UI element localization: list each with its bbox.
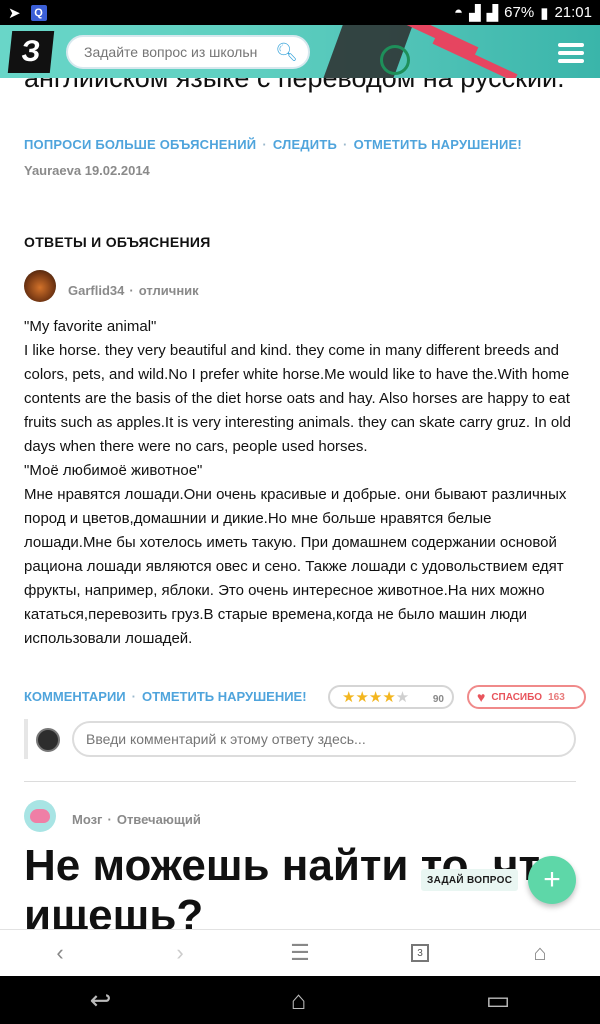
rating-stars[interactable]: ★★★★★ xyxy=(342,688,409,706)
tabs-count: 3 xyxy=(411,944,429,962)
thanks-count: 163 xyxy=(548,691,565,703)
question-actions: ПОПРОСИ БОЛЬШЕ ОБЪЯСНЕНИЙ · СЛЕДИТЬ · ОТМЕТИ… xyxy=(24,137,522,152)
nav-back-icon[interactable]: ↩ xyxy=(90,985,112,1016)
battery-percent: 67% xyxy=(504,4,535,21)
thanks-label: СПАСИБО xyxy=(491,691,543,703)
menu-list-icon[interactable]: ☰ xyxy=(240,940,360,966)
author-name[interactable]: Мозг xyxy=(72,812,102,827)
rating-count: 90 xyxy=(432,693,444,705)
ask-question-label[interactable]: ЗАДАЙ ВОПРОС xyxy=(421,869,519,891)
nav-home-icon[interactable]: ⌂ xyxy=(291,985,307,1016)
site-logo[interactable]: З xyxy=(7,31,55,73)
header-decoration xyxy=(380,45,410,75)
home-icon[interactable]: ⌂ xyxy=(480,940,600,966)
comment-input[interactable] xyxy=(86,731,562,747)
answers-section-title: ОТВЕТЫ И ОБЪЯСНЕНИЯ xyxy=(24,234,211,250)
heart-icon: ♥ xyxy=(477,689,486,705)
nav-recents-icon[interactable]: ▭ xyxy=(486,985,511,1016)
answer-line: "Моё любимоё животное" xyxy=(24,462,203,479)
comment-box[interactable] xyxy=(72,721,576,757)
tabs-button[interactable]: 3 xyxy=(360,944,480,962)
question-title: английском языке с переводом на русский. xyxy=(24,78,565,93)
answer-line: I like horse. they very beautiful and ki… xyxy=(24,342,571,455)
ask-question-button[interactable]: + xyxy=(528,856,576,904)
answer-author-line: Мозг · Отвечающий xyxy=(72,812,201,827)
app-notification-icon: Q xyxy=(30,4,47,21)
browser-toolbar: ‹ › ☰ 3 ⌂ xyxy=(0,929,600,976)
comment-bar-indicator xyxy=(24,719,28,759)
answer-actions: КОММЕНТАРИИ · ОТМЕТИТЬ НАРУШЕНИЕ! xyxy=(24,689,307,704)
brain-icon xyxy=(30,809,50,823)
answer-line: Мне нравятся лошади.Они очень красивые и… xyxy=(24,486,567,647)
avatar[interactable] xyxy=(24,270,56,302)
author-name[interactable]: Garflid34 xyxy=(68,283,124,298)
menu-icon[interactable] xyxy=(558,43,584,63)
author-rank: отличник xyxy=(138,283,199,298)
answer-author-line: Garflid34 · отличник xyxy=(68,283,199,298)
forward-icon[interactable]: › xyxy=(120,940,240,966)
clock: 21:01 xyxy=(554,4,592,21)
main-content: английском языке с переводом на русский.… xyxy=(0,78,600,929)
thanks-button[interactable]: ♥ СПАСИБО 163 xyxy=(467,685,586,709)
signal-icon: ▟ xyxy=(469,4,481,22)
send-icon: ➤ xyxy=(8,4,21,22)
answer-line: "My favorite animal" xyxy=(24,318,157,335)
status-bar: ➤ Q ◓ ▟ ▟ 67% ▮ 21:01 xyxy=(0,0,600,25)
author-rank: Отвечающий xyxy=(116,812,201,827)
signal-icon-2: ▟ xyxy=(486,4,499,22)
site-header: З 🔍︎ xyxy=(0,25,600,78)
question-meta: Yauraeva 19.02.2014 xyxy=(24,163,150,178)
report-violation-link[interactable]: ОТМЕТИТЬ НАРУШЕНИЕ! xyxy=(354,137,522,152)
wifi-icon: ◓ xyxy=(454,4,464,21)
follow-link[interactable]: СЛЕДИТЬ xyxy=(273,137,337,152)
avatar[interactable] xyxy=(24,800,56,832)
answer-text: "My favorite animal" I like horse. they … xyxy=(24,315,580,651)
search-box[interactable]: 🔍︎ xyxy=(66,35,310,69)
header-decoration xyxy=(432,36,518,78)
battery-icon: ▮ xyxy=(540,4,549,22)
system-nav-bar: ↩ ⌂ ▭ xyxy=(0,976,600,1024)
comments-link[interactable]: КОММЕНТАРИИ xyxy=(24,689,126,704)
divider xyxy=(24,781,576,782)
ask-more-explanations-link[interactable]: ПОПРОСИ БОЛЬШЕ ОБЪЯСНЕНИЙ xyxy=(24,137,256,152)
search-input[interactable] xyxy=(84,44,274,60)
avatar xyxy=(36,728,60,752)
report-violation-link[interactable]: ОТМЕТИТЬ НАРУШЕНИЕ! xyxy=(142,689,307,704)
rating-widget[interactable]: ★★★★★ 90 xyxy=(328,685,454,709)
back-icon[interactable]: ‹ xyxy=(0,940,120,966)
search-icon[interactable]: 🔍︎ xyxy=(275,42,298,63)
